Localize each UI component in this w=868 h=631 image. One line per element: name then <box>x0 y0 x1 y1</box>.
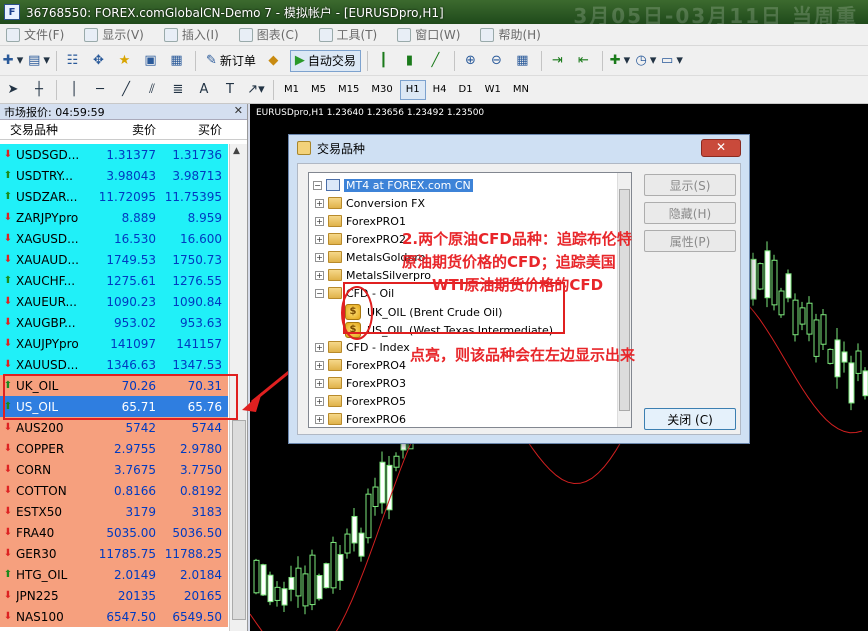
coin-circle-annotation <box>341 286 373 340</box>
circle-overlay <box>341 286 373 340</box>
annotation-line-2: 原油期货价格的CFD；追踪美国 <box>402 253 616 271</box>
annotation-line-1: 2.两个原油CFD品种：追踪布伦特 <box>402 230 632 248</box>
annotation-line-4: 点亮，则该品种会在左边显示出来 <box>410 346 636 364</box>
annotation-line-3: WTI原油期货价格的CFD <box>432 276 604 294</box>
